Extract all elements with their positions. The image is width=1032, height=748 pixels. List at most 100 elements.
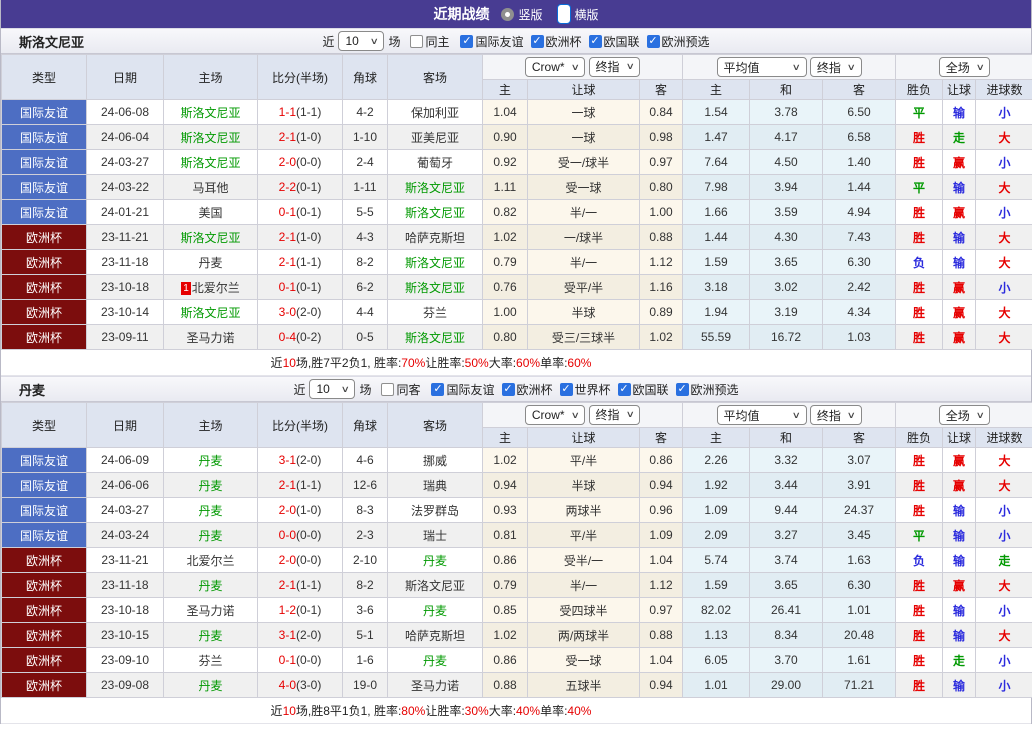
odds-home: 0.92	[482, 149, 528, 175]
team-name: 斯洛文尼亚	[19, 34, 85, 50]
sub-header-handicap: 让球	[527, 79, 640, 100]
league-filter[interactable]: ✓ 欧国联	[617, 381, 669, 398]
checkbox-icon[interactable]: ✓	[431, 382, 445, 396]
sub-header-handicap: 让球	[527, 427, 640, 448]
average-time-select-value: 终指	[816, 408, 841, 423]
fulltime-score: 0-1	[278, 205, 296, 219]
home-team-cell: 芬兰	[163, 647, 258, 673]
avg-away: 4.94	[822, 199, 897, 225]
recent-results-panel: 近期战绩 竖版 横版 斯洛文尼亚 近 10 ∨ 场 同主 ✓ 国际友谊 ✓ 欧洲杯 ✓ 欧国…	[0, 0, 1032, 724]
checkbox-icon[interactable]: ✓	[501, 382, 515, 396]
checkbox-icon[interactable]	[381, 382, 395, 396]
odds-away: 1.02	[638, 324, 684, 350]
avg-away: 24.37	[822, 497, 897, 523]
same-venue-filter[interactable]: 同客	[381, 381, 420, 398]
summary-text: 40%	[567, 703, 592, 718]
handicap-line: 受一/球半	[527, 149, 640, 175]
match-row: 国际友谊 24-06-08 斯洛文尼亚 1-1(1-1) 4-2 保加利亚 1.04 一球 0.…	[1, 99, 1032, 125]
average-time-select[interactable]: 终指 ∨	[809, 405, 862, 425]
checkbox-icon[interactable]: ✓	[675, 382, 689, 396]
sub-header-avg-away: 客	[822, 79, 897, 100]
scope-select[interactable]: 全场 ∨	[938, 57, 991, 77]
halftime-score: (1-1)	[296, 255, 322, 269]
col-header-type: 类型	[1, 402, 87, 448]
date-cell: 24-06-08	[86, 99, 164, 125]
league-filter[interactable]: ✓ 欧洲预选	[675, 381, 739, 398]
home-team-cell: 斯洛文尼亚	[163, 299, 258, 325]
col-header-date: 日期	[86, 54, 164, 100]
league-filter[interactable]: ✓ 欧洲杯	[530, 33, 582, 50]
league-filter-label: 欧国联	[603, 34, 640, 49]
checkbox-icon[interactable]	[410, 34, 424, 48]
corners-cell: 2-10	[342, 547, 388, 573]
league-filter[interactable]: ✓ 欧洲预选	[646, 33, 710, 50]
odds-home: 1.04	[482, 99, 528, 125]
checkbox-icon[interactable]: ✓	[646, 34, 660, 48]
chevron-down-icon: ∨	[340, 383, 350, 394]
league-filter[interactable]: ✓ 欧洲杯	[501, 381, 553, 398]
handicap-line: 五球半	[527, 672, 640, 698]
near-label: 近	[293, 382, 306, 397]
score-cell: 3-1(2-0)	[257, 622, 343, 648]
match-count-select[interactable]: 10 ∨	[338, 31, 385, 51]
away-team-cell: 芬兰	[387, 299, 483, 325]
match-row: 欧洲杯 23-11-18 丹麦 2-1(1-1) 8-2 斯洛文尼亚 0.79 半/一 1.12…	[1, 572, 1032, 598]
league-filter[interactable]: ✓ 国际友谊	[460, 33, 524, 50]
away-team-cell: 斯洛文尼亚	[387, 199, 483, 225]
league-filter-label: 欧洲预选	[690, 382, 739, 397]
home-team-cell: 丹麦	[163, 447, 258, 473]
average-select[interactable]: 平均值 ∨	[716, 57, 807, 77]
avg-home: 1.59	[682, 249, 751, 275]
avg-away: 3.07	[822, 447, 897, 473]
chevron-down-icon: ∨	[791, 61, 801, 72]
bookmaker-select[interactable]: Crow* ∨	[524, 57, 586, 78]
handicap-line: 受四球半	[527, 597, 640, 623]
panel-title: 近期战绩	[433, 6, 490, 22]
league-filter[interactable]: ✓ 欧国联	[588, 33, 640, 50]
match-count-select[interactable]: 10 ∨	[309, 379, 356, 399]
checkbox-icon[interactable]: ✓	[460, 34, 474, 48]
same-venue-filter[interactable]: 同主	[410, 33, 449, 50]
layout-radio-option[interactable]: 横版	[556, 4, 599, 24]
score-cell: 0-1(0-1)	[257, 274, 343, 300]
checkbox-icon[interactable]: ✓	[530, 34, 544, 48]
match-row: 国际友谊 24-03-22 马耳他 2-2(0-1) 1-11 斯洛文尼亚 1.11 受一球 0…	[1, 174, 1032, 200]
odds-time-select-value: 终指	[595, 60, 620, 75]
odds-home: 0.76	[482, 274, 528, 300]
radio-icon[interactable]	[501, 7, 515, 21]
fulltime-score: 2-0	[278, 553, 296, 567]
odds-away: 1.04	[638, 547, 684, 573]
halftime-score: (1-1)	[296, 478, 322, 492]
league-filter[interactable]: ✓ 世界杯	[559, 381, 611, 398]
average-time-select[interactable]: 终指 ∨	[809, 57, 862, 77]
odds-home: 1.02	[482, 224, 528, 250]
scope-select[interactable]: 全场 ∨	[938, 405, 991, 425]
chevron-down-icon: ∨	[570, 409, 580, 420]
handicap-line: 受一球	[527, 174, 640, 200]
odds-home: 0.79	[482, 249, 528, 275]
bookmaker-select[interactable]: Crow* ∨	[524, 405, 586, 426]
layout-radio-option[interactable]: 竖版	[501, 4, 543, 24]
league-filter[interactable]: ✓ 国际友谊	[431, 381, 495, 398]
avg-away: 3.91	[822, 472, 897, 498]
radio-icon[interactable]	[556, 4, 571, 24]
checkbox-icon[interactable]: ✓	[617, 382, 631, 396]
result-outcome: 胜	[895, 124, 944, 150]
average-select[interactable]: 平均值 ∨	[716, 405, 807, 425]
match-row: 国际友谊 24-06-04 斯洛文尼亚 2-1(1-0) 1-10 亚美尼亚 0.90 一球 0…	[1, 124, 1032, 150]
odds-home: 0.85	[482, 597, 528, 623]
section-header-slovenia: 斯洛文尼亚 近 10 ∨ 场 同主 ✓ 国际友谊 ✓ 欧洲杯 ✓ 欧国联 ✓ 欧洲预选	[1, 28, 1031, 54]
corners-cell: 1-11	[342, 174, 388, 200]
match-row: 国际友谊 24-06-06 丹麦 2-1(1-1) 12-6 瑞典 0.94 半球 0.94 1.…	[1, 472, 1032, 498]
league-filter-group: ✓ 国际友谊 ✓ 欧洲杯 ✓ 世界杯 ✓ 欧国联 ✓ 欧洲预选	[424, 381, 739, 398]
avg-draw: 29.00	[749, 672, 824, 698]
checkbox-icon[interactable]: ✓	[588, 34, 602, 48]
odds-time-select[interactable]: 终指 ∨	[588, 56, 641, 77]
league-filter-label: 欧洲预选	[661, 34, 710, 49]
checkbox-icon[interactable]: ✓	[559, 382, 573, 396]
home-team-cell: 圣马力诺	[163, 324, 258, 350]
average-dropdown-group: 平均值 ∨ 终指 ∨	[682, 402, 897, 428]
away-team-cell: 保加利亚	[387, 99, 483, 125]
odds-time-select[interactable]: 终指 ∨	[588, 404, 641, 425]
halftime-score: (1-1)	[296, 105, 322, 119]
